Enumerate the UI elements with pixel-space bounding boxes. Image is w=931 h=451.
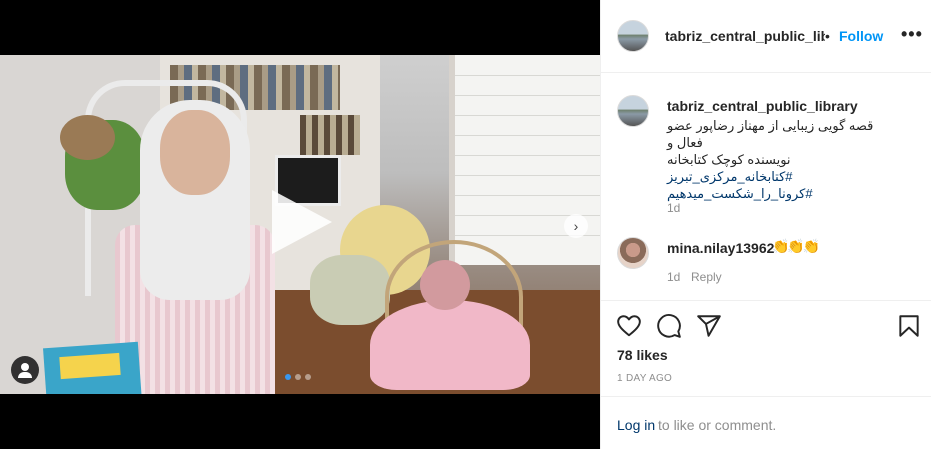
avatar[interactable] — [617, 20, 649, 52]
comment-text: 👏👏👏 — [772, 238, 820, 254]
chevron-right-icon[interactable]: › — [564, 214, 588, 238]
reply-button[interactable]: Reply — [691, 270, 722, 284]
caption-timestamp[interactable]: 1d — [667, 201, 680, 215]
carousel-indicator — [285, 374, 311, 380]
bookmark-icon[interactable] — [896, 313, 922, 339]
play-icon[interactable] — [272, 190, 332, 254]
scene-book-label — [59, 352, 121, 380]
comment-timestamp[interactable]: 1d — [667, 270, 680, 284]
caption-line: نویسنده کوچک کتابخانه — [667, 152, 791, 167]
post-timestamp[interactable]: 1 DAY AGO — [617, 373, 672, 384]
login-prompt: Log in to like or comment. — [601, 396, 931, 451]
caption-line: قصه گویی زیبایی از مهناز رضاپور عضو فعال… — [667, 118, 874, 150]
carousel-dot-active — [285, 374, 291, 380]
user-tag-icon[interactable] — [11, 356, 39, 384]
header-username[interactable]: tabriz_central_public_librar — [665, 28, 825, 44]
post-sidebar: tabriz_central_public_librar • Follow ••… — [600, 0, 931, 449]
scene-doll-head — [420, 260, 470, 310]
comment-avatar[interactable] — [617, 237, 649, 269]
scene-doll-dress — [370, 300, 530, 390]
scene-girl-face — [160, 110, 230, 195]
scene-plush-head — [60, 115, 115, 160]
comment-username[interactable]: mina.nilay13962 — [667, 240, 774, 256]
scene-dog-toy — [310, 255, 390, 325]
login-link[interactable]: Log in — [617, 417, 655, 433]
post-header: tabriz_central_public_librar • Follow ••… — [601, 0, 931, 73]
action-section: 78 likes 1 DAY AGO Log in to like or com… — [601, 300, 931, 450]
likes-count[interactable]: 78 likes — [617, 347, 668, 363]
scene-books-lower — [300, 115, 360, 155]
hashtag-link[interactable]: #کرونا_را_شکست_میدهیم — [667, 185, 897, 202]
carousel-dot — [295, 374, 301, 380]
hashtag-link[interactable]: #کتابخانه_مرکزی_تبریز — [667, 168, 897, 185]
separator-dot: • — [825, 28, 830, 44]
follow-button[interactable]: Follow — [839, 28, 883, 44]
comment-icon[interactable] — [656, 313, 682, 339]
caption-text: قصه گویی زیبایی از مهناز رضاپور عضو فعال… — [667, 117, 897, 202]
login-text: to like or comment. — [658, 417, 777, 433]
heart-icon[interactable] — [616, 313, 642, 339]
carousel-dot — [305, 374, 311, 380]
media-panel: › — [0, 0, 600, 449]
caption-avatar[interactable] — [617, 95, 649, 127]
more-options-icon[interactable]: ••• — [901, 24, 923, 45]
share-icon[interactable] — [696, 313, 722, 339]
caption-username[interactable]: tabriz_central_public_library — [667, 98, 858, 114]
